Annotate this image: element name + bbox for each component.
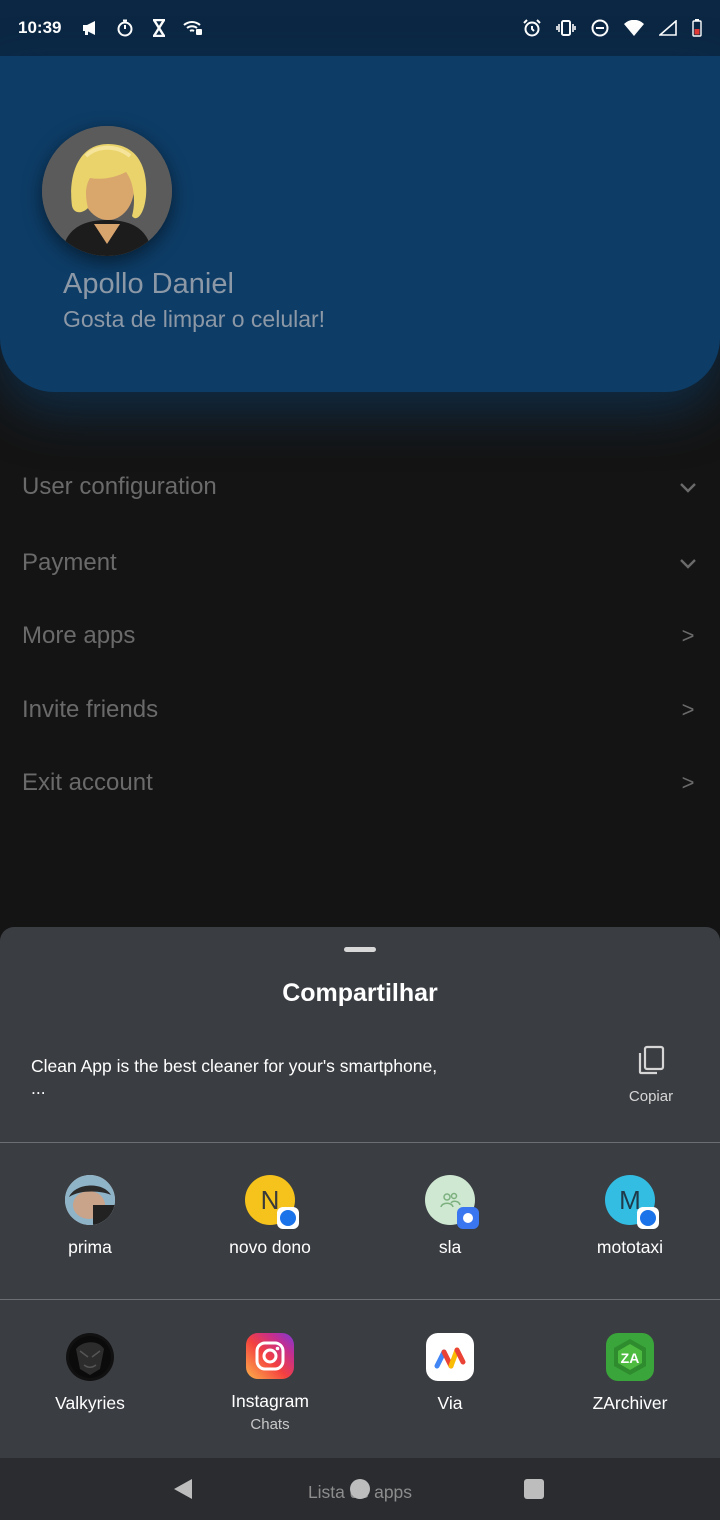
chevron-right-icon: > <box>681 623 695 648</box>
messages-badge-icon <box>637 1207 659 1229</box>
share-app-valkyries[interactable]: Valkyries <box>0 1333 180 1433</box>
share-target-prima[interactable]: prima <box>0 1175 180 1275</box>
share-preview-text: Clean App is the best cleaner for your's… <box>31 1055 511 1099</box>
vibrate-icon <box>556 18 576 38</box>
copy-icon <box>637 1045 665 1080</box>
share-target-mototaxi[interactable]: M mototaxi <box>540 1175 720 1275</box>
contact-avatar <box>65 1175 115 1225</box>
target-label: Instagram <box>231 1391 309 1411</box>
target-label: sla <box>438 1237 462 1257</box>
menu-item-label: Invite friends <box>22 696 159 723</box>
profile-name: Apollo Daniel <box>63 268 234 300</box>
menu-item-label: Payment <box>22 549 117 576</box>
menu-item-label: Exit account <box>22 769 153 796</box>
back-icon[interactable] <box>172 1478 194 1505</box>
target-label: Via <box>437 1393 463 1413</box>
contact-avatar: M <box>605 1175 659 1229</box>
battery-icon <box>692 18 702 38</box>
copy-button[interactable]: Copiar <box>614 1045 688 1115</box>
dnd-icon <box>590 18 610 38</box>
signal-icon <box>658 18 678 38</box>
menu-item-payment[interactable]: Payment <box>0 538 720 588</box>
profile-header: Apollo Daniel Gosta de limpar o celular! <box>0 56 720 392</box>
navigation-bar: Lista de apps <box>0 1458 720 1520</box>
target-label: ZArchiver <box>592 1393 668 1413</box>
status-time: 10:39 <box>18 18 62 37</box>
share-sheet: Compartilhar Clean App is the best clean… <box>0 927 720 1458</box>
chevron-right-icon: > <box>681 697 695 722</box>
group-avatar-icon <box>425 1175 479 1229</box>
sheet-title: Compartilhar <box>282 979 438 1007</box>
target-label: Valkyries <box>55 1393 125 1413</box>
profile-tagline: Gosta de limpar o celular! <box>63 306 326 332</box>
target-label: novo dono <box>229 1237 311 1257</box>
alarm-icon <box>522 18 542 38</box>
target-label: prima <box>68 1237 112 1257</box>
wifi-calling-icon <box>183 18 203 38</box>
signal-app-badge-icon <box>457 1207 479 1229</box>
valkyries-icon <box>66 1333 114 1381</box>
copy-label: Copiar <box>628 1088 674 1105</box>
menu-item-invite-friends[interactable]: Invite friends > <box>0 685 720 735</box>
chevron-down-icon <box>678 474 698 500</box>
target-sublabel: Chats <box>250 1416 290 1433</box>
chevron-right-icon: > <box>681 770 695 795</box>
menu-item-label: More apps <box>22 622 136 649</box>
drag-handle[interactable] <box>344 947 376 952</box>
zarchiver-icon: ZA <box>606 1333 654 1381</box>
recents-icon[interactable] <box>524 1479 544 1499</box>
share-text-line: Clean App is the best cleaner for your's… <box>31 1056 438 1076</box>
share-text-ellipsis: ... <box>31 1078 46 1098</box>
wifi-icon <box>624 18 644 38</box>
stopwatch-icon <box>115 18 135 38</box>
via-icon <box>426 1333 474 1381</box>
megaphone-icon <box>81 18 101 38</box>
chevron-down-icon <box>678 550 698 576</box>
menu-item-more-apps[interactable]: More apps > <box>0 611 720 661</box>
share-app-zarchiver[interactable]: ZA ZArchiver <box>540 1333 720 1433</box>
menu-item-user-configuration[interactable]: User configuration <box>0 462 720 512</box>
instagram-icon <box>246 1333 294 1379</box>
status-bar: 10:39 <box>0 0 720 56</box>
divider <box>0 1142 720 1143</box>
avatar[interactable] <box>42 126 172 256</box>
hourglass-icon <box>149 18 169 38</box>
divider <box>0 1299 720 1300</box>
share-app-instagram[interactable]: Instagram Chats <box>180 1333 360 1433</box>
share-app-via[interactable]: Via <box>360 1333 540 1433</box>
share-target-novo-dono[interactable]: N novo dono <box>180 1175 360 1275</box>
messages-badge-icon <box>277 1207 299 1229</box>
zarchiver-glyph: ZA <box>621 1350 640 1366</box>
menu-item-exit-account[interactable]: Exit account > <box>0 758 720 808</box>
target-label: mototaxi <box>596 1237 664 1257</box>
share-target-sla[interactable]: sla <box>360 1175 540 1275</box>
home-icon[interactable] <box>350 1479 370 1499</box>
contact-avatar: N <box>245 1175 299 1229</box>
menu-item-label: User configuration <box>22 473 217 500</box>
